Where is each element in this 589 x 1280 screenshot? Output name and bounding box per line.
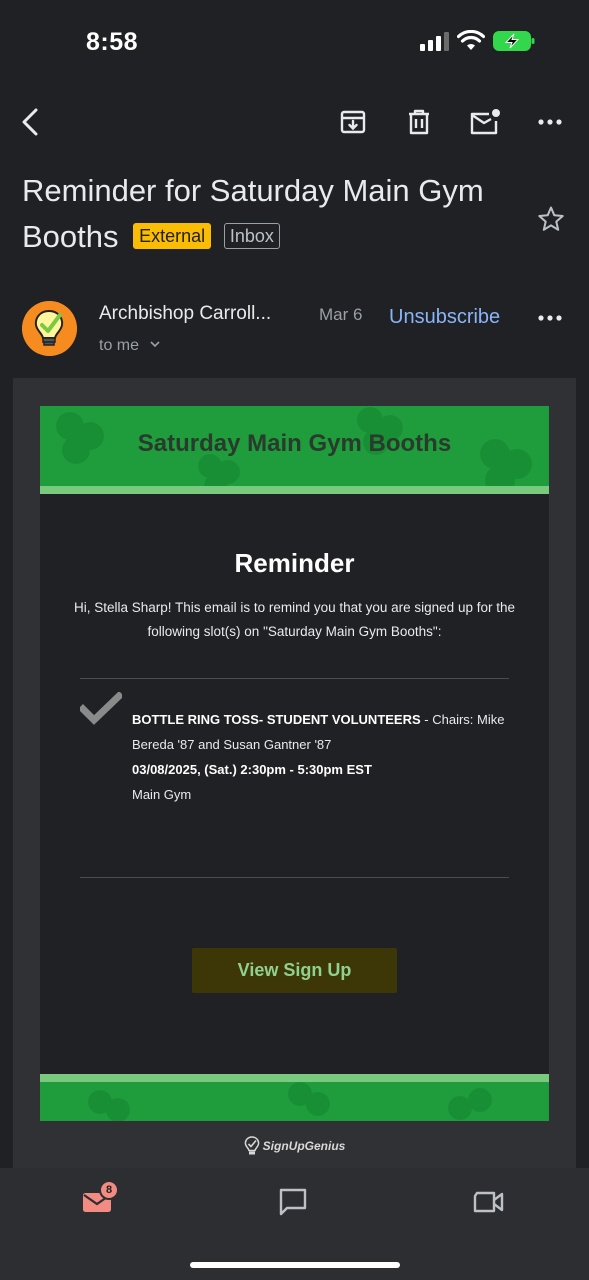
reminder-intro: Hi, Stella Sharp! This email is to remin…: [74, 600, 515, 639]
sender-more-button[interactable]: [535, 306, 565, 330]
signup-slot: BOTTLE RING TOSS- STUDENT VOLUNTEERS - C…: [132, 707, 532, 807]
lightbulb-check-logo-icon: [22, 301, 77, 356]
home-indicator[interactable]: [190, 1262, 400, 1268]
nav-mail[interactable]: 8: [75, 1180, 119, 1220]
view-sign-up-button[interactable]: View Sign Up: [192, 948, 397, 993]
video-camera-icon: [473, 1191, 504, 1213]
unsubscribe-link[interactable]: Unsubscribe: [389, 306, 500, 329]
archive-button[interactable]: [331, 100, 375, 144]
more-horizontal-icon: [538, 119, 562, 125]
divider: [80, 877, 509, 878]
star-button[interactable]: [537, 205, 565, 238]
slot-datetime: 03/08/2025, (Sat.) 2:30pm - 5:30pm EST: [132, 762, 372, 777]
wifi-icon: [457, 30, 485, 50]
status-icons: [419, 30, 535, 52]
chat-icon: [279, 1188, 307, 1216]
shamrock-pattern: [88, 1082, 492, 1121]
email-subject: Reminder for Saturday Main Gym Booths Ex…: [22, 168, 522, 260]
battery-charging-icon: [493, 31, 535, 51]
cellular-signal-icon: [420, 32, 449, 51]
lightbulb-icon: [244, 1136, 259, 1155]
mail-unread-icon: [470, 109, 500, 135]
chevron-left-icon: [22, 108, 38, 136]
more-options-button[interactable]: [528, 100, 572, 144]
recipient-details[interactable]: to me: [99, 337, 161, 355]
email-toolbar: [0, 100, 589, 144]
slot-title: BOTTLE RING TOSS- STUDENT VOLUNTEERS: [132, 712, 421, 727]
email-date: Mar 6: [319, 305, 363, 324]
star-icon: [538, 206, 564, 231]
footer-stripe: [40, 1074, 549, 1082]
mark-unread-button[interactable]: [463, 100, 507, 144]
trash-icon: [409, 109, 429, 135]
banner-stripe: [40, 486, 549, 494]
back-button[interactable]: [8, 100, 52, 144]
slot-location: Main Gym: [132, 787, 192, 802]
nav-meet[interactable]: [467, 1184, 511, 1220]
reminder-heading: Reminder: [234, 548, 355, 578]
status-bar: 8:58: [0, 0, 589, 84]
sender-name[interactable]: Archbishop Carroll...: [99, 303, 271, 325]
banner-title: Saturday Main Gym Booths: [137, 430, 452, 457]
header-banner: Saturday Main Gym Booths: [40, 406, 549, 486]
recipient-text: to me: [99, 337, 140, 354]
signup-card: Saturday Main Gym Booths Reminder Hi, St…: [40, 406, 549, 1121]
inbox-label[interactable]: Inbox: [223, 223, 280, 249]
signupgenius-logo[interactable]: SignUpGenius: [13, 1136, 576, 1156]
more-horizontal-icon: [538, 315, 562, 321]
sender-avatar[interactable]: [22, 301, 77, 356]
archive-icon: [340, 110, 366, 134]
status-time: 8:58: [86, 28, 139, 56]
signupgenius-text: SignUpGenius: [262, 1139, 346, 1153]
divider: [80, 678, 509, 679]
unread-count-badge: 8: [99, 1180, 119, 1200]
external-label: External: [133, 223, 212, 249]
checkmark-icon: [80, 692, 122, 725]
footer-banner: [40, 1082, 549, 1121]
chevron-down-icon: [150, 341, 161, 348]
nav-chat[interactable]: [271, 1184, 315, 1220]
email-body: Saturday Main Gym Booths Reminder Hi, St…: [13, 378, 576, 1168]
delete-button[interactable]: [397, 100, 441, 144]
